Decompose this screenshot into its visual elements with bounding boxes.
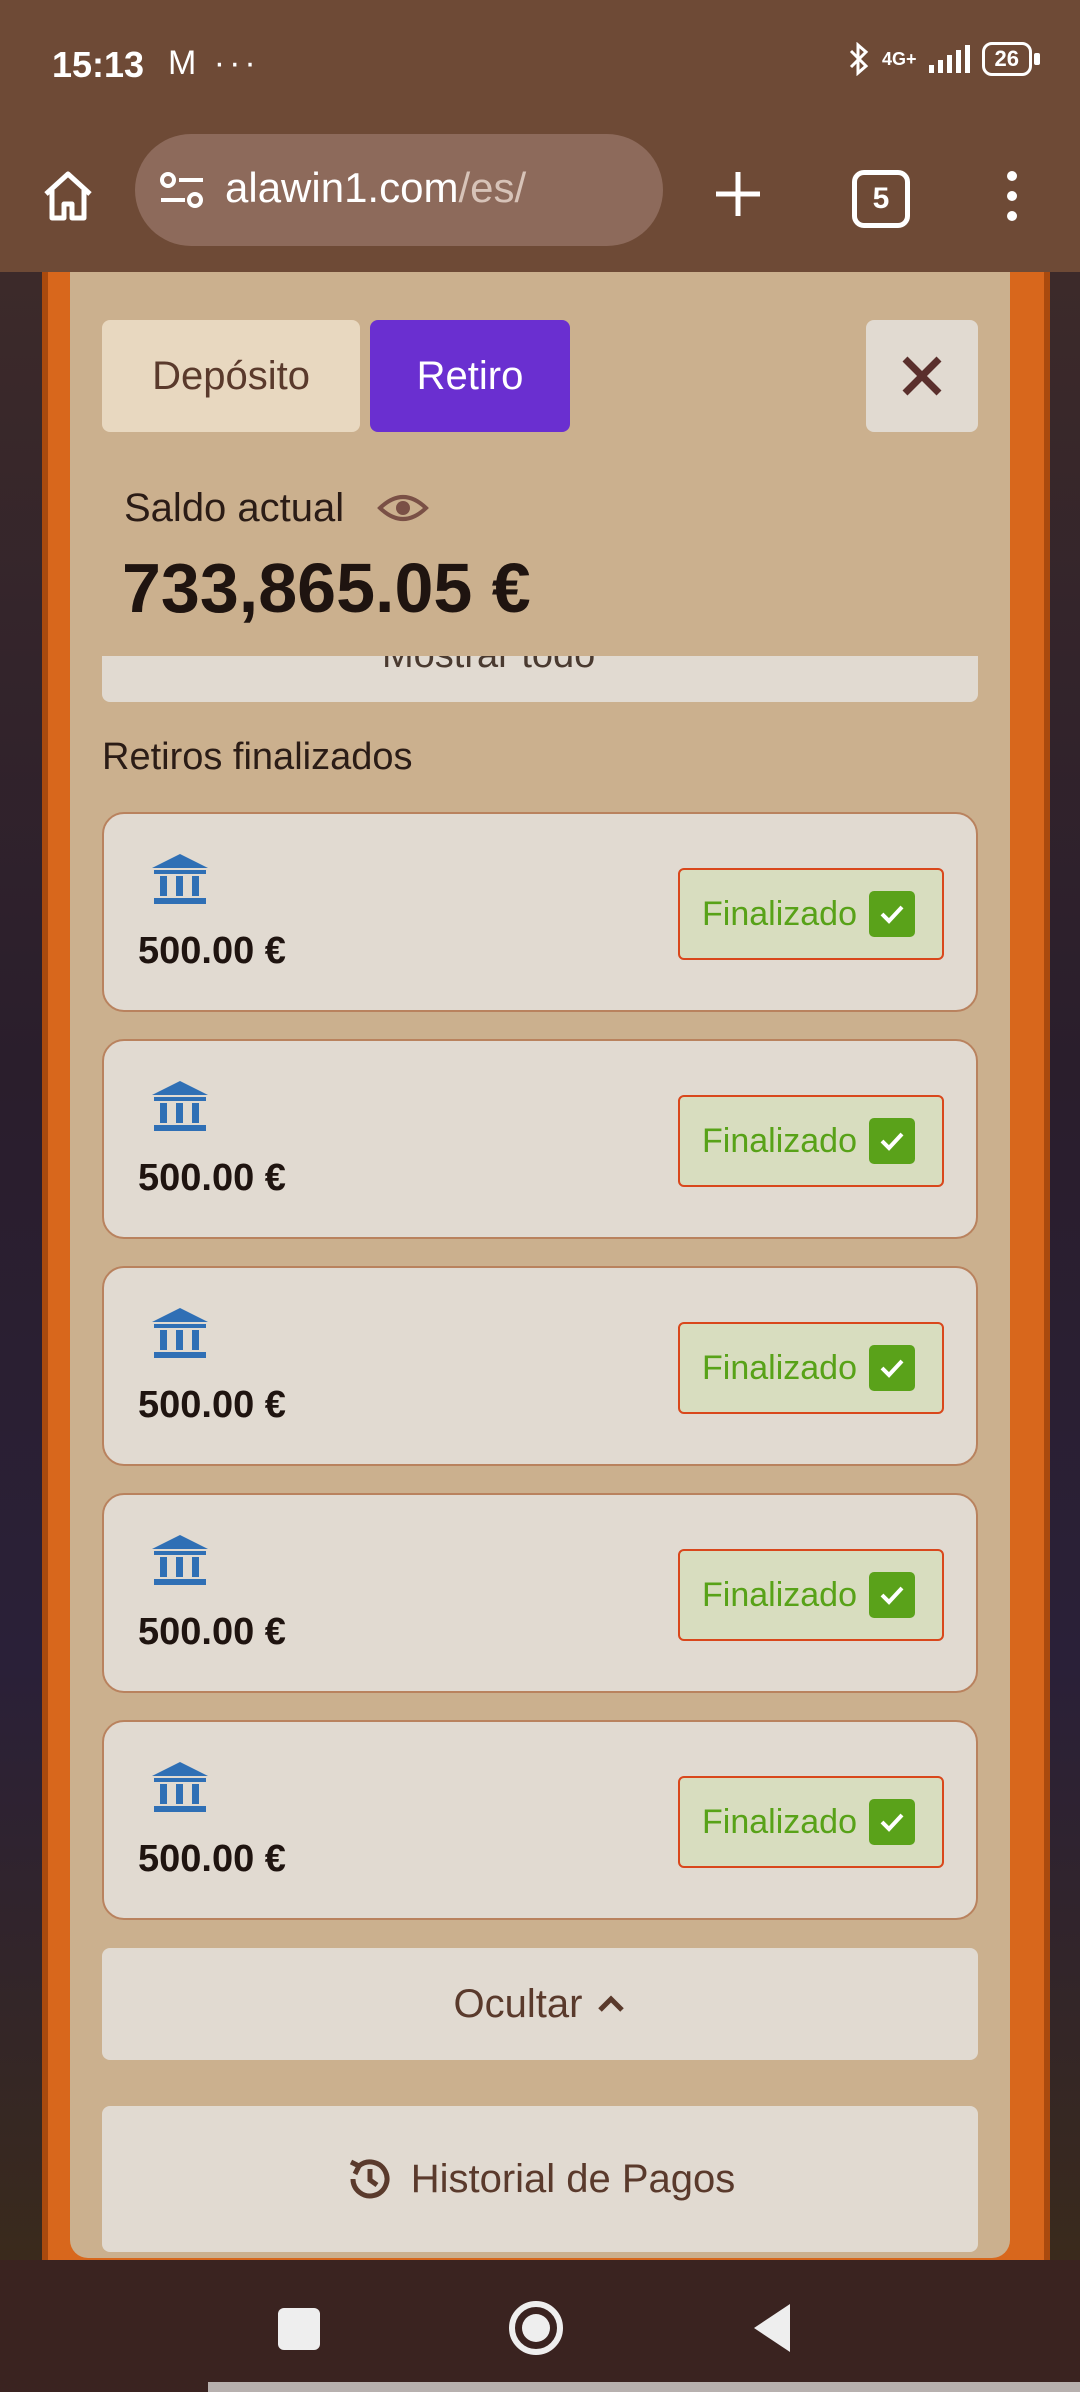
hide-button[interactable]: Ocultar	[102, 1948, 978, 2060]
tab-switcher-button[interactable]: 5	[852, 170, 910, 228]
status-text: Finalizado	[702, 1121, 857, 1160]
url-text[interactable]: alawin1.com/es/	[225, 164, 526, 212]
signal-icon	[928, 45, 970, 73]
status-bar: 15:13 M ··· 4G+ 26	[0, 0, 1080, 130]
withdrawal-amount: 500.00 €	[138, 930, 286, 972]
checkmark-icon	[868, 1345, 915, 1391]
eye-icon[interactable]	[376, 486, 430, 530]
gesture-handle[interactable]	[208, 2382, 1080, 2392]
checkmark-icon	[868, 1572, 915, 1618]
show-all-label: Mostrar todo	[382, 656, 595, 677]
withdrawal-card: 500.00 € Finalizado	[102, 812, 978, 1012]
wallet-modal: Depósito Retiro Saldo actual 733,865.05 …	[70, 272, 1010, 2258]
status-badge: Finalizado	[678, 1549, 944, 1641]
site-settings-icon[interactable]	[159, 170, 205, 210]
status-badge: Finalizado	[678, 868, 944, 960]
bank-icon	[152, 1535, 208, 1585]
tab-retiro[interactable]: Retiro	[370, 320, 570, 432]
status-right: 4G+ 26	[848, 42, 1040, 76]
chevron-up-icon	[598, 1995, 625, 2012]
status-badge: Finalizado	[678, 1776, 944, 1868]
withdrawal-card: 500.00 € Finalizado	[102, 1493, 978, 1693]
status-badge: Finalizado	[678, 1095, 944, 1187]
home-circle-icon[interactable]	[508, 2300, 564, 2356]
new-tab-icon[interactable]	[710, 166, 766, 222]
history-label: Historial de Pagos	[410, 2156, 736, 2201]
withdrawal-amount: 500.00 €	[138, 1384, 286, 1426]
withdrawal-card: 500.00 € Finalizado	[102, 1039, 978, 1239]
hide-label: Ocultar	[453, 1981, 583, 2026]
checkmark-icon	[868, 1799, 915, 1845]
close-button[interactable]	[866, 320, 978, 432]
address-bar[interactable]: alawin1.com/es/	[135, 134, 663, 246]
checkmark-icon	[868, 1118, 915, 1164]
bank-icon	[152, 1762, 208, 1812]
bank-icon	[152, 1081, 208, 1131]
status-badge: Finalizado	[678, 1322, 944, 1414]
show-all-button[interactable]: Mostrar todo	[102, 656, 978, 702]
home-icon[interactable]	[38, 166, 98, 226]
battery-icon: 26	[981, 42, 1032, 76]
notification-icons: M ···	[168, 44, 260, 82]
url-domain: alawin1.com	[225, 164, 459, 211]
checkmark-icon	[868, 891, 915, 937]
close-icon	[902, 356, 942, 396]
bluetooth-icon	[849, 42, 869, 76]
withdrawal-amount: 500.00 €	[138, 1838, 286, 1880]
status-text: Finalizado	[702, 1802, 857, 1841]
status-text: Finalizado	[702, 1575, 857, 1614]
section-title: Retiros finalizados	[102, 736, 413, 778]
balance-value: 733,865.05 €	[122, 549, 531, 627]
withdrawal-amount: 500.00 €	[138, 1611, 286, 1653]
network-type: 4G+	[881, 48, 917, 69]
battery-tip	[1034, 53, 1040, 65]
withdrawal-card: 500.00 € Finalizado	[102, 1720, 978, 1920]
more-menu-icon[interactable]	[1000, 166, 1024, 226]
payment-history-button[interactable]: Historial de Pagos	[102, 2106, 978, 2252]
history-icon	[349, 2159, 390, 2199]
withdrawal-card: 500.00 € Finalizado	[102, 1266, 978, 1466]
url-path: /es/	[458, 164, 527, 211]
status-text: Finalizado	[702, 894, 857, 933]
browser-toolbar: alawin1.com/es/ 5	[0, 130, 1080, 274]
recents-icon[interactable]	[278, 2308, 320, 2350]
withdrawal-amount: 500.00 €	[138, 1157, 286, 1199]
balance-label: Saldo actual	[124, 486, 345, 530]
system-nav-bar	[0, 2260, 1080, 2392]
back-icon[interactable]	[752, 2302, 792, 2354]
status-text: Finalizado	[702, 1348, 857, 1387]
tab-deposito[interactable]: Depósito	[102, 320, 360, 432]
bank-icon	[152, 854, 208, 904]
status-time: 15:13	[52, 44, 145, 85]
bank-icon	[152, 1308, 208, 1358]
